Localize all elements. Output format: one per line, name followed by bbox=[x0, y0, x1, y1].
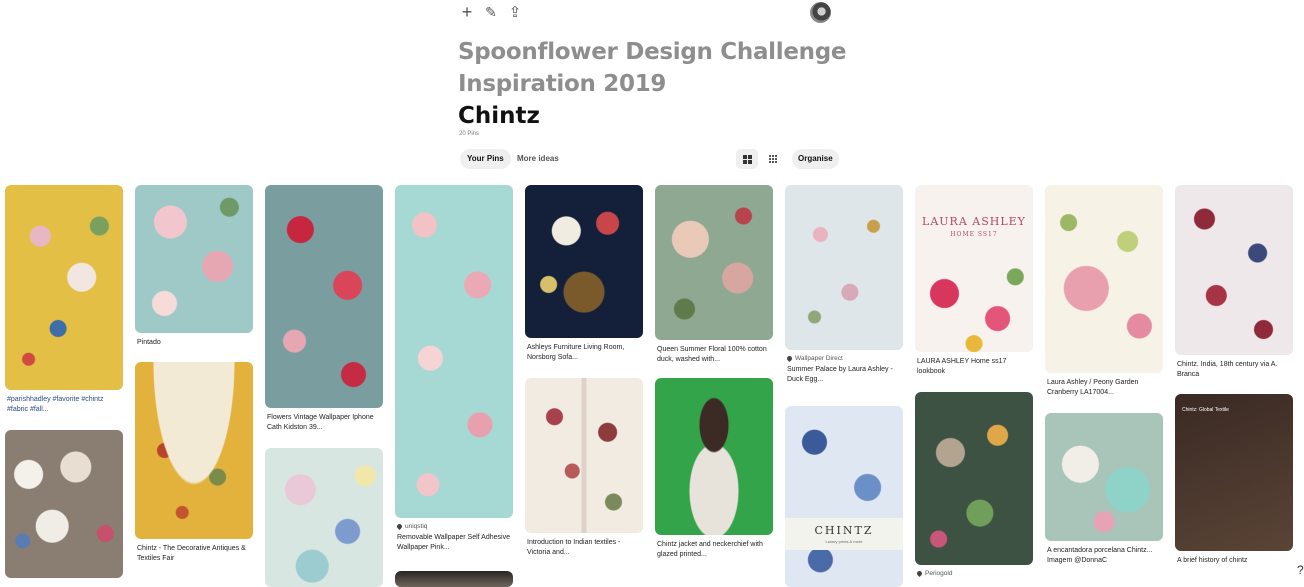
pin-image: LAURA ASHLEY HOME SS17 bbox=[915, 185, 1033, 352]
pin-caption: Chintz. India, 18th century via A. Branc… bbox=[1177, 361, 1278, 378]
overlay-subtitle: Luxury prints & more bbox=[825, 539, 863, 544]
pin-card[interactable]: CHINTZ Luxury prints & more bbox=[785, 406, 903, 587]
compact-view-button[interactable] bbox=[762, 149, 784, 169]
pin-card[interactable] bbox=[265, 448, 383, 587]
pin-card[interactable]: Ashleys Furniture Living Room, Norsborg … bbox=[525, 185, 643, 363]
pin-image bbox=[265, 185, 383, 408]
organise-button[interactable]: Organise bbox=[792, 149, 839, 169]
pin-image bbox=[135, 185, 253, 333]
pin-image bbox=[135, 362, 253, 539]
pin-source-icon bbox=[395, 522, 404, 531]
plus-icon[interactable]: + bbox=[458, 2, 476, 22]
compact-grid-icon bbox=[769, 155, 777, 163]
pin-image bbox=[1045, 413, 1163, 541]
section-title: Chintz bbox=[458, 103, 540, 129]
overlay-line1: LAURA ASHLEY bbox=[922, 215, 1026, 228]
pin-card[interactable]: Chintz jacket and neckerchief with glaze… bbox=[655, 378, 773, 560]
pin-card[interactable]: LAURA ASHLEY HOME SS17 LAURA ASHLEY Home… bbox=[915, 185, 1033, 377]
pin-image bbox=[5, 430, 123, 578]
pin-caption: Chintz jacket and neckerchief with glaze… bbox=[657, 541, 763, 558]
pin-caption: LAURA ASHLEY Home ss17 lookbook bbox=[917, 358, 1007, 375]
pin-card[interactable] bbox=[395, 571, 513, 587]
pin-card[interactable]: #parishhadley #favorite #chintz #fabric … bbox=[5, 185, 123, 415]
pin-caption: Ashleys Furniture Living Room, Norsborg … bbox=[527, 344, 625, 361]
pin-source-name: Periogold bbox=[925, 570, 953, 577]
pin-caption: Pintado bbox=[137, 339, 161, 346]
pin-image bbox=[785, 185, 903, 350]
pin-source-name: uniqstiq bbox=[405, 523, 428, 530]
pin-image bbox=[395, 571, 513, 587]
help-button[interactable]: ? bbox=[1297, 563, 1304, 577]
pin-card[interactable]: Pintado bbox=[135, 185, 253, 348]
grid-view-button[interactable] bbox=[736, 149, 758, 169]
pin-image bbox=[655, 378, 773, 535]
tab-your-pins[interactable]: Your Pins bbox=[460, 149, 511, 169]
pin-caption: Removable Wallpaper Self Adhesive Wallpa… bbox=[397, 534, 510, 551]
pin-image bbox=[1045, 185, 1163, 373]
pin-card[interactable]: Queen Summer Floral 100% cotton duck, wa… bbox=[655, 185, 773, 365]
pin-caption: A encantadora porcelana Chintz... Imagem… bbox=[1047, 547, 1153, 564]
tab-more-ideas[interactable]: More ideas bbox=[510, 149, 566, 169]
avatar[interactable] bbox=[810, 2, 831, 23]
chintz-title-overlay: CHINTZ Luxury prints & more bbox=[785, 518, 903, 550]
pin-source: Wallpaper Direct bbox=[785, 354, 903, 363]
share-upload-icon[interactable]: ⇪ bbox=[506, 3, 524, 21]
laura-ashley-overlay: LAURA ASHLEY HOME SS17 bbox=[915, 215, 1033, 238]
pin-caption: #parishhadley #favorite #chintz #fabric … bbox=[7, 396, 104, 413]
pin-caption: A brief history of chintz bbox=[1177, 557, 1248, 564]
pin-source-icon bbox=[915, 569, 924, 578]
pin-image: Chintz: Global Textile bbox=[1175, 394, 1293, 551]
pin-caption: Chintz - The Decorative Antiques & Texti… bbox=[137, 545, 246, 562]
pin-card[interactable] bbox=[5, 430, 123, 578]
pin-count: 20 Pins bbox=[459, 131, 480, 137]
pin-source-icon bbox=[785, 354, 794, 363]
pin-card[interactable]: Chintz. India, 18th century via A. Branc… bbox=[1175, 185, 1293, 380]
pin-image bbox=[1175, 185, 1293, 355]
pin-card[interactable]: Laura Ashley / Peony Garden Cranberry LA… bbox=[1045, 185, 1163, 398]
pin-card[interactable]: Chintz - The Decorative Antiques & Texti… bbox=[135, 362, 253, 564]
pin-image: CHINTZ Luxury prints & more bbox=[785, 406, 903, 587]
pin-card[interactable]: A encantadora porcelana Chintz... Imagem… bbox=[1045, 413, 1163, 566]
pin-image bbox=[5, 185, 123, 390]
history-article-text: Chintz: Global Textile bbox=[1182, 398, 1286, 416]
pin-image bbox=[265, 448, 383, 587]
pin-caption: Summer Palace by Laura Ashley - Duck Egg… bbox=[787, 366, 893, 383]
overlay-line2: HOME SS17 bbox=[950, 231, 998, 238]
overlay-title: CHINTZ bbox=[814, 524, 874, 537]
pin-caption: Queen Summer Floral 100% cotton duck, wa… bbox=[657, 346, 767, 363]
pin-caption: Laura Ashley / Peony Garden Cranberry LA… bbox=[1047, 379, 1139, 396]
pin-image bbox=[525, 185, 643, 338]
pin-caption: Introduction to Indian textiles - Victor… bbox=[527, 539, 621, 556]
pin-card[interactable]: Flowers Vintage Wallpaper Iphone Cath Ki… bbox=[265, 185, 383, 433]
pin-source: uniqstiq bbox=[395, 522, 513, 531]
pin-image bbox=[525, 378, 643, 533]
board-title[interactable]: Spoonflower Design Challenge Inspiration… bbox=[458, 36, 878, 100]
pin-card[interactable]: Introduction to Indian textiles - Victor… bbox=[525, 378, 643, 558]
pin-source: Periogold bbox=[915, 569, 1033, 578]
history-heading: Chintz: Global Textile bbox=[1182, 407, 1229, 413]
pin-card[interactable]: Wallpaper Direct Summer Palace by Laura … bbox=[785, 185, 903, 385]
pin-image bbox=[395, 185, 513, 518]
pin-card[interactable]: uniqstiq Removable Wallpaper Self Adhesi… bbox=[395, 185, 513, 553]
pin-image bbox=[915, 392, 1033, 565]
pin-image bbox=[655, 185, 773, 340]
grid-icon bbox=[742, 154, 752, 164]
pin-source-name: Wallpaper Direct bbox=[795, 355, 843, 362]
board-actions: + ✎ ⇪ bbox=[458, 2, 524, 22]
pencil-icon[interactable]: ✎ bbox=[482, 3, 500, 21]
pin-caption: Flowers Vintage Wallpaper Iphone Cath Ki… bbox=[267, 414, 374, 431]
pin-card[interactable]: Periogold bbox=[915, 392, 1033, 578]
pin-card[interactable]: Chintz: Global Textile A brief history o… bbox=[1175, 394, 1293, 566]
